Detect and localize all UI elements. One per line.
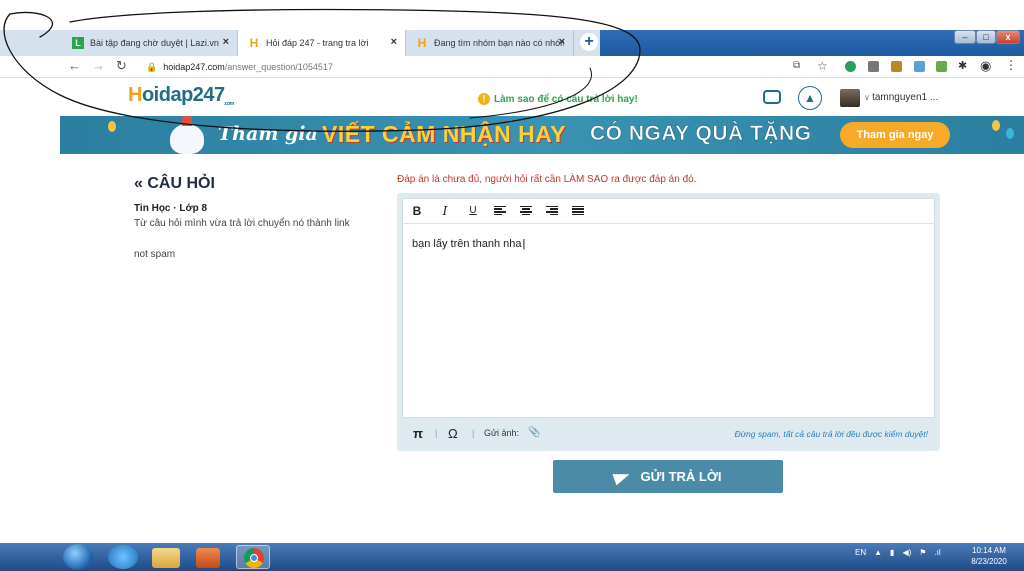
- translate-icon[interactable]: ⧉: [793, 60, 800, 71]
- chevron-down-icon: ∨: [864, 93, 873, 102]
- tab-title: Hỏi đáp 247 - trang tra lời: [266, 38, 369, 48]
- notification-bell-icon[interactable]: ▲: [798, 86, 822, 110]
- logo-text: oidap247: [141, 84, 225, 106]
- tab-title: Bài tập đang chờ duyệt | Lazi.vn: [90, 38, 219, 48]
- send-image-label: Gửi ảnh:: [484, 428, 520, 438]
- align-left-icon[interactable]: [494, 205, 506, 216]
- url-host: hoidap247.com: [163, 62, 225, 72]
- tab-close-icon[interactable]: ×: [223, 36, 229, 48]
- divider: |: [472, 428, 475, 438]
- italic-button[interactable]: I: [438, 204, 452, 218]
- answer-tips-link[interactable]: ! Làm sao để có câu trả lời hay!: [478, 93, 638, 105]
- volume-icon[interactable]: ◀): [902, 548, 911, 557]
- hoidap-favicon-icon: H: [417, 36, 427, 50]
- profile-icon[interactable]: ◉: [980, 58, 991, 74]
- clock-time: 10:14 AM: [972, 546, 1006, 555]
- math-formula-button[interactable]: π: [413, 426, 423, 441]
- taskbar-clock[interactable]: 10:14 AM 8/23/2020: [964, 545, 1014, 567]
- balloon-decoration: [992, 120, 1000, 131]
- window-close-button[interactable]: x: [996, 30, 1020, 44]
- file-explorer-icon[interactable]: [152, 548, 180, 568]
- puzzle-extensions-icon[interactable]: ✱: [958, 59, 967, 72]
- lazi-favicon-icon: L: [72, 37, 84, 49]
- logo-h: H: [128, 84, 142, 106]
- spam-notice: Đừng spam, tất cả câu trả lời đều được k…: [734, 429, 929, 439]
- new-tab-button[interactable]: +: [580, 33, 598, 51]
- menu-kebab-icon[interactable]: ⋮: [1005, 58, 1017, 72]
- chrome-taskbar-button[interactable]: [236, 545, 270, 569]
- question-subject: Tin Học · Lớp 8: [134, 203, 208, 214]
- minimize-button[interactable]: –: [954, 30, 976, 44]
- send-plane-icon: [612, 468, 633, 485]
- maximize-button[interactable]: □: [976, 30, 996, 44]
- special-chars-button[interactable]: Ω: [448, 426, 458, 441]
- tab-title: Đang tìm nhóm bạn nào có nhóm: [434, 38, 564, 48]
- bookmark-star-icon[interactable]: ☆: [817, 59, 828, 73]
- logo-domain: .com: [224, 101, 234, 107]
- info-icon: !: [478, 93, 490, 105]
- action-center-flag-icon[interactable]: ⚑: [919, 548, 926, 557]
- paperclip-icon[interactable]: 📎: [528, 427, 540, 438]
- question-body: Từ câu hỏi mình vừa trả lời chuyển nó th…: [134, 218, 350, 229]
- divider: |: [435, 428, 438, 438]
- forward-icon[interactable]: →: [92, 58, 105, 73]
- site-logo[interactable]: Hoidap247 .com: [128, 84, 234, 107]
- system-tray: EN ▲ ▮ ◀) ⚑ .ıl: [855, 548, 941, 557]
- tab-hoidap247[interactable]: H Hỏi đáp 247 - trang tra lời ×: [238, 30, 406, 56]
- answer-content[interactable]: bạn lấy trên thanh nha: [412, 238, 525, 250]
- extension-icon[interactable]: [868, 61, 879, 72]
- extension-icon[interactable]: [845, 61, 856, 72]
- underline-button[interactable]: U: [466, 205, 480, 216]
- lock-icon: 🔒: [146, 61, 158, 72]
- answer-warning: Đáp án là chưa đủ, người hỏi rất cần LÀM…: [397, 174, 697, 185]
- network-icon[interactable]: ▮: [890, 548, 894, 557]
- tray-expand-icon[interactable]: ▲: [874, 548, 882, 557]
- back-icon[interactable]: ←: [68, 58, 81, 73]
- balloon-decoration: [1006, 128, 1014, 139]
- question-note: not spam: [134, 249, 176, 260]
- start-button[interactable]: [63, 544, 93, 570]
- align-center-icon[interactable]: [520, 205, 532, 216]
- extension-icon[interactable]: [914, 61, 925, 72]
- media-player-icon[interactable]: [196, 548, 220, 568]
- submit-label: GỬI TRẢ LỜI: [640, 469, 722, 484]
- banner-text-highlight: VIẾT CẢM NHẬN HAY: [322, 121, 567, 147]
- chrome-icon-center: [250, 554, 258, 562]
- username: tamnguyen1 ...: [872, 92, 939, 103]
- extension-icon[interactable]: [936, 61, 947, 72]
- user-menu[interactable]: ∨ tamnguyen1 ...: [864, 92, 938, 103]
- join-now-button[interactable]: Tham gia ngay: [840, 122, 950, 148]
- language-indicator[interactable]: EN: [855, 548, 866, 557]
- url-path: /answer_question/1054517: [224, 62, 333, 72]
- tab-close-icon[interactable]: ×: [391, 36, 397, 48]
- signal-icon[interactable]: .ıl: [934, 548, 940, 557]
- clock-date: 8/23/2020: [971, 557, 1007, 566]
- balloon-decoration: [108, 121, 116, 132]
- banner-text-join: Tham gia: [218, 123, 318, 145]
- hoidap-favicon-icon: H: [249, 36, 259, 50]
- mascot-image: [170, 116, 204, 154]
- banner-text-gift: CÓ NGAY QUÀ TẶNG: [590, 122, 812, 146]
- chat-icon[interactable]: [763, 90, 781, 104]
- tab-lazi[interactable]: L Bài tập đang chờ duyệt | Lazi.vn ×: [62, 30, 238, 56]
- align-justify-icon[interactable]: [572, 205, 584, 216]
- internet-explorer-icon[interactable]: [108, 545, 138, 569]
- submit-answer-button[interactable]: GỬI TRẢ LỜI: [553, 460, 783, 493]
- url-field[interactable]: 🔒 hoidap247.com/answer_question/1054517: [136, 58, 796, 76]
- editor-toolbar: B I U: [402, 198, 935, 224]
- answer-tips-text: Làm sao để có câu trả lời hay!: [494, 93, 638, 105]
- tab-close-icon[interactable]: ×: [559, 36, 565, 48]
- align-right-icon[interactable]: [546, 205, 558, 216]
- question-heading[interactable]: « CÂU HỎI: [134, 175, 215, 193]
- extension-icon[interactable]: [891, 61, 902, 72]
- bold-button[interactable]: B: [410, 204, 424, 218]
- answer-textarea[interactable]: [402, 198, 935, 418]
- tab-nhom[interactable]: H Đang tìm nhóm bạn nào có nhóm ×: [406, 30, 574, 56]
- reload-icon[interactable]: ↻: [116, 58, 127, 74]
- avatar[interactable]: [840, 89, 860, 107]
